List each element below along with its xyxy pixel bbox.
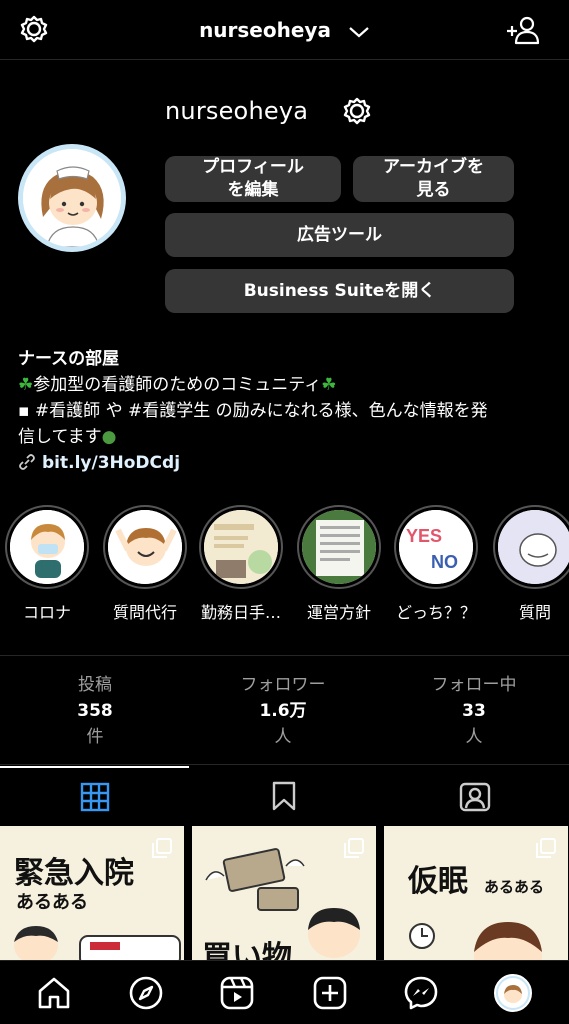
post-thumbnail[interactable]: 買い物 — [192, 826, 376, 960]
clover-icon: ☘ — [18, 375, 34, 395]
highlight-label: 運営方針 — [306, 603, 371, 622]
nurse-avatar-icon — [498, 978, 528, 1008]
chevron-down-icon — [349, 26, 369, 37]
tab-saved[interactable] — [189, 766, 378, 826]
carousel-icon — [536, 838, 556, 858]
policy-document-illustration — [302, 510, 376, 584]
highlight-label: 質問代行 — [112, 603, 177, 622]
highlight-label: 勤務日手… — [200, 603, 281, 622]
top-bar: nurseoheya — [0, 0, 569, 60]
post-thumbnail[interactable]: 緊急入院 あるある — [0, 826, 184, 960]
username-label: nurseoheya — [199, 18, 331, 42]
child-mask-illustration — [10, 510, 84, 584]
profile-avatar[interactable] — [18, 144, 126, 252]
edit-profile-label-2: を編集 — [227, 180, 279, 200]
archive-label-2: 見る — [416, 180, 451, 200]
messenger-icon[interactable] — [403, 975, 439, 1011]
bio-line-1: ☘参加型の看護師のためのコミュニティ☘ — [18, 375, 337, 395]
stat-value: 1.6万 — [259, 701, 307, 721]
account-switcher[interactable]: nurseoheya — [0, 18, 569, 42]
bio-title: ナースの部屋 — [18, 349, 120, 369]
highlight-item[interactable]: 質問 — [492, 505, 569, 623]
carousel-icon — [152, 838, 172, 858]
highlight-label: コロナ — [22, 603, 71, 622]
settings-gear-icon[interactable] — [341, 96, 373, 128]
highlight-label: 質問 — [518, 603, 551, 622]
bottom-navigation — [0, 960, 569, 1024]
stat-unit: 人 — [465, 727, 483, 747]
question-illustration — [498, 510, 569, 584]
stat-label: フォロワー — [240, 675, 326, 695]
turtle-icon: ● — [101, 427, 117, 447]
stat-following[interactable]: フォロー中 33 人 — [379, 672, 569, 750]
stat-value: 358 — [77, 701, 113, 721]
reels-icon[interactable] — [219, 975, 255, 1011]
no-text: NO — [431, 552, 458, 572]
profile-bio: ナースの部屋 ☘参加型の看護師のためのコミュニティ☘ ▪ #看護師 や #看護学… — [18, 346, 553, 476]
post-illustration — [14, 926, 181, 960]
edit-profile-label-1: プロフィール — [202, 157, 304, 177]
story-highlights: コロナ 質問代行 勤務日手… 運営方針 YES NO どっち？？ 質問 — [0, 505, 569, 625]
highlight-item[interactable]: コロナ — [4, 505, 90, 623]
post-grid: 緊急入院 あるある 買い物 仮眠 あるある — [0, 826, 569, 960]
profile-tab-avatar[interactable] — [494, 974, 532, 1012]
yes-text: YES — [406, 526, 442, 546]
post-subtitle: あるある — [16, 892, 88, 913]
highlight-item[interactable]: 運営方針 — [296, 505, 382, 623]
stat-followers[interactable]: フォロワー 1.6万 人 — [188, 672, 378, 750]
profile-stats: 投稿 358 件 フォロワー 1.6万 人 フォロー中 33 人 — [0, 655, 569, 765]
stat-label: 投稿 — [78, 675, 112, 695]
bookmark-icon — [272, 781, 295, 811]
nurse-avatar-illustration — [23, 149, 121, 247]
sleeping-nurse-illustration — [409, 922, 542, 960]
tagged-user-icon — [459, 782, 490, 812]
archive-label-1: アーカイブを — [383, 157, 484, 177]
post-title: 緊急入院 — [14, 856, 134, 891]
stat-unit: 件 — [86, 727, 104, 747]
edit-profile-button[interactable]: プロフィール を編集 — [165, 156, 341, 202]
stat-posts[interactable]: 投稿 358 件 — [0, 672, 190, 750]
profile-username: nurseoheya — [165, 97, 309, 125]
highlight-label: どっち？？ — [395, 603, 476, 622]
bio-line-2: ▪ #看護師 や #看護学生 の励みになれる様、色んな情報を発 — [18, 401, 488, 421]
nurse-illustration — [108, 510, 182, 584]
bio-link[interactable]: bit.ly/3HoDCdj — [42, 453, 180, 473]
link-icon — [19, 454, 35, 470]
highlight-item[interactable]: 質問代行 — [102, 505, 188, 623]
profile-tabs — [0, 766, 569, 826]
bio-link-row[interactable]: bit.ly/3HoDCdj — [18, 450, 553, 476]
home-icon[interactable] — [36, 975, 72, 1011]
tab-grid[interactable] — [0, 766, 189, 826]
add-user-icon[interactable] — [505, 14, 541, 46]
document-illustration — [204, 510, 278, 584]
explore-compass-icon[interactable] — [128, 975, 164, 1011]
yes-no-illustration: YES NO — [399, 510, 473, 584]
stat-value: 33 — [462, 701, 486, 721]
tab-tagged[interactable] — [380, 766, 569, 826]
clover-icon: ☘ — [321, 375, 337, 395]
open-business-suite-button[interactable]: Business Suiteを開く — [165, 269, 514, 313]
post-subtitle: あるある — [484, 878, 545, 896]
view-archive-button[interactable]: アーカイブを 見る — [353, 156, 514, 202]
highlight-item[interactable]: 勤務日手… — [198, 505, 284, 623]
highlight-item[interactable]: YES NO どっち？？ — [393, 505, 479, 623]
post-title: 買い物 — [202, 940, 292, 960]
ad-tools-button[interactable]: 広告ツール — [165, 213, 514, 257]
stat-label: フォロー中 — [431, 675, 517, 695]
post-thumbnail[interactable]: 仮眠 あるある — [384, 826, 568, 960]
post-title: 仮眠 — [408, 864, 468, 899]
stat-unit: 人 — [274, 727, 292, 747]
grid-icon — [80, 782, 109, 812]
bio-line-3: 信してます● — [18, 427, 117, 447]
create-post-icon[interactable] — [312, 975, 348, 1011]
